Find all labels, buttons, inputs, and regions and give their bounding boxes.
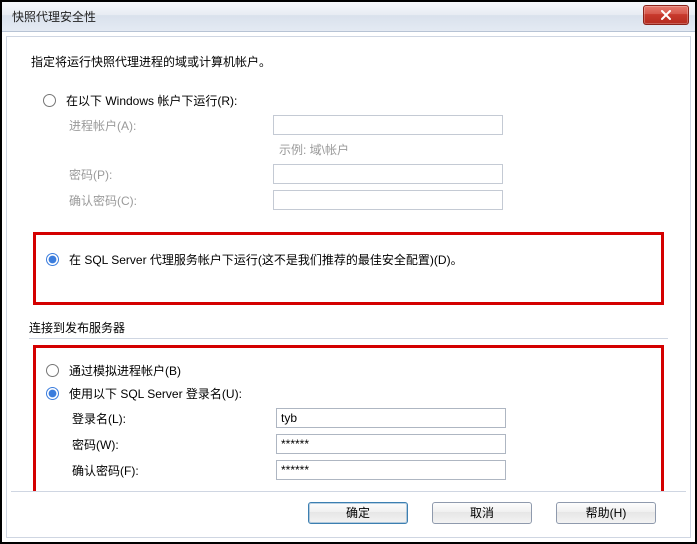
connect-highlight: 通过模拟进程帐户(B) 使用以下 SQL Server 登录名(U): 登录名(… bbox=[33, 345, 664, 503]
process-account-label: 进程帐户(A): bbox=[63, 117, 273, 134]
close-button[interactable] bbox=[643, 5, 689, 25]
radio-sqllogin[interactable] bbox=[46, 387, 59, 400]
runas-group: 在以下 Windows 帐户下运行(R): 进程帐户(A): 示例: 域\帐户 … bbox=[33, 80, 664, 226]
connect-confirm-label: 确认密码(F): bbox=[66, 462, 276, 479]
radio-sqlagent-row[interactable]: 在 SQL Server 代理服务帐户下运行(这不是我们推荐的最佳安全配置)(D… bbox=[46, 251, 651, 268]
cancel-button[interactable]: 取消 bbox=[432, 502, 532, 524]
inner-panel: 指定将运行快照代理进程的域或计算机帐户。 在以下 Windows 帐户下运行(R… bbox=[11, 41, 686, 533]
ok-button[interactable]: 确定 bbox=[308, 502, 408, 524]
connect-password-input[interactable] bbox=[276, 434, 506, 454]
login-label: 登录名(L): bbox=[66, 410, 276, 427]
process-account-row: 进程帐户(A): bbox=[63, 115, 654, 135]
radio-sqllogin-row[interactable]: 使用以下 SQL Server 登录名(U): bbox=[46, 385, 651, 402]
login-row: 登录名(L): bbox=[66, 408, 651, 428]
runas-password-input bbox=[273, 164, 503, 184]
radio-impersonate-label: 通过模拟进程帐户(B) bbox=[69, 362, 181, 379]
radio-impersonate-row[interactable]: 通过模拟进程帐户(B) bbox=[46, 362, 651, 379]
radio-windows-account-row[interactable]: 在以下 Windows 帐户下运行(R): bbox=[43, 92, 654, 109]
section-divider bbox=[29, 338, 668, 339]
client-area: 指定将运行快照代理进程的域或计算机帐户。 在以下 Windows 帐户下运行(R… bbox=[6, 36, 691, 538]
connect-section-label: 连接到发布服务器 bbox=[29, 319, 668, 336]
radio-windows-account[interactable] bbox=[43, 94, 56, 107]
instruction-text: 指定将运行快照代理进程的域或计算机帐户。 bbox=[31, 53, 670, 70]
connect-password-row: 密码(W): bbox=[66, 434, 651, 454]
connect-confirm-row: 确认密码(F): bbox=[66, 460, 651, 480]
example-row: 示例: 域\帐户 bbox=[63, 141, 654, 158]
radio-sqllogin-label: 使用以下 SQL Server 登录名(U): bbox=[69, 385, 242, 402]
close-icon bbox=[661, 10, 671, 20]
help-button[interactable]: 帮助(H) bbox=[556, 502, 656, 524]
example-text: 示例: 域\帐户 bbox=[279, 141, 349, 158]
button-bar: 确定 取消 帮助(H) bbox=[11, 491, 686, 533]
radio-impersonate[interactable] bbox=[46, 364, 59, 377]
runas-password-label: 密码(P): bbox=[63, 166, 273, 183]
dialog-window: 快照代理安全性 指定将运行快照代理进程的域或计算机帐户。 在以下 Windows… bbox=[0, 0, 697, 544]
runas-sqlagent-highlight: 在 SQL Server 代理服务帐户下运行(这不是我们推荐的最佳安全配置)(D… bbox=[33, 232, 664, 305]
window-title: 快照代理安全性 bbox=[12, 8, 96, 25]
runas-confirm-input bbox=[273, 190, 503, 210]
runas-confirm-row: 确认密码(C): bbox=[63, 190, 654, 210]
radio-sqlagent-label: 在 SQL Server 代理服务帐户下运行(这不是我们推荐的最佳安全配置)(D… bbox=[69, 251, 463, 268]
titlebar: 快照代理安全性 bbox=[2, 2, 695, 32]
connect-confirm-input[interactable] bbox=[276, 460, 506, 480]
radio-windows-account-label: 在以下 Windows 帐户下运行(R): bbox=[66, 92, 237, 109]
login-input[interactable] bbox=[276, 408, 506, 428]
runas-password-row: 密码(P): bbox=[63, 164, 654, 184]
connect-password-label: 密码(W): bbox=[66, 436, 276, 453]
process-account-input bbox=[273, 115, 503, 135]
radio-sqlagent[interactable] bbox=[46, 253, 59, 266]
runas-confirm-label: 确认密码(C): bbox=[63, 192, 273, 209]
